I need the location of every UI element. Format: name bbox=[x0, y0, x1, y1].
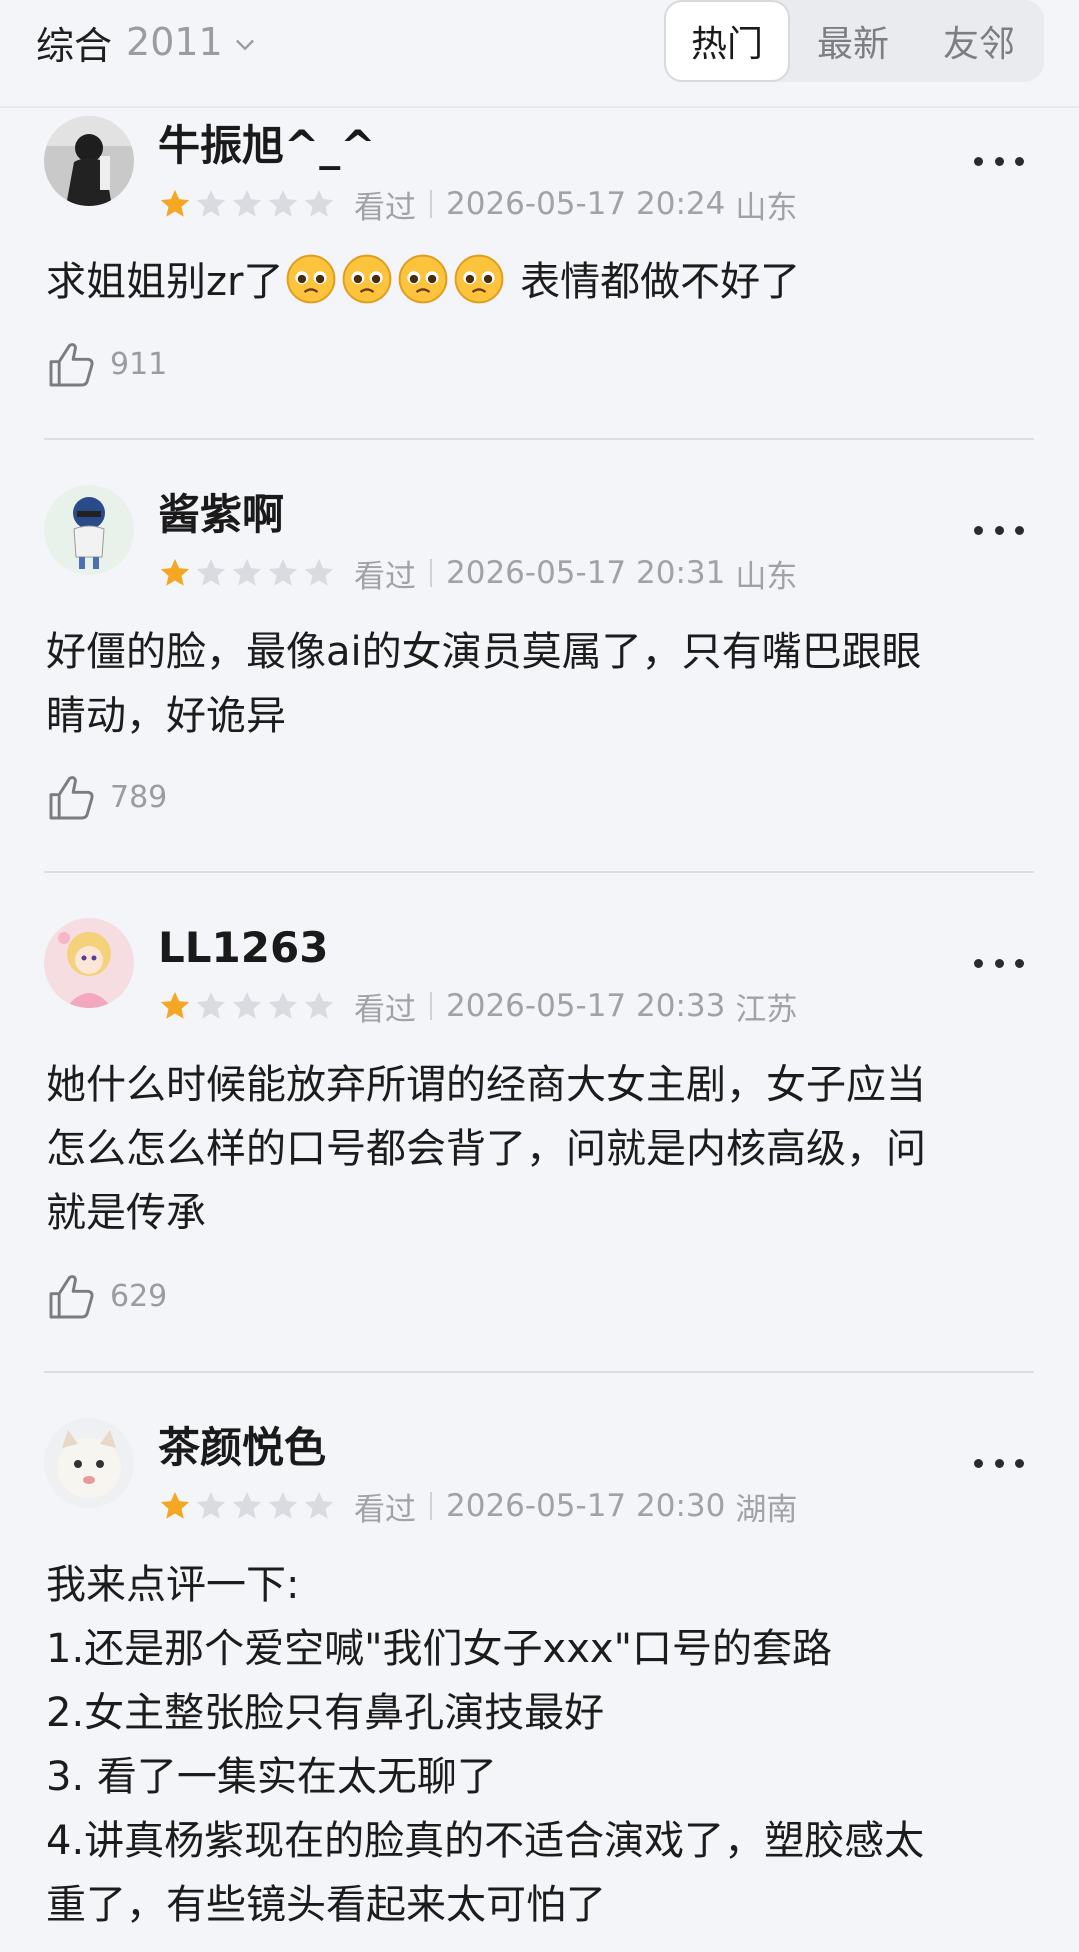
top-bar: 综合 2011 热门 最新 友邻 bbox=[0, 0, 1079, 108]
star-empty-icon bbox=[232, 1491, 262, 1519]
username[interactable]: 酱紫啊 bbox=[158, 489, 284, 541]
review-text: 她什么时候能放弃所谓的经商大女主剧，女子应当 怎么怎么样的口号都会背了，问就是内… bbox=[46, 1053, 1036, 1245]
avatar[interactable] bbox=[44, 1418, 134, 1508]
star-empty-icon bbox=[232, 991, 262, 1019]
star-empty-icon bbox=[304, 1491, 334, 1519]
divider bbox=[44, 438, 1034, 440]
star-empty-icon bbox=[196, 991, 226, 1019]
rating-stars bbox=[158, 1489, 336, 1523]
star-empty-icon bbox=[232, 189, 262, 217]
like-count: 911 bbox=[110, 346, 168, 382]
divider bbox=[430, 1492, 432, 1520]
thumbs-up-icon bbox=[49, 776, 94, 820]
pleading-face-emoji-icon bbox=[287, 254, 336, 304]
review-datetime: 2026-05-17 20:24 bbox=[446, 186, 726, 222]
star-empty-icon bbox=[304, 991, 334, 1019]
review-location: 山东 bbox=[735, 189, 798, 226]
more-dots-icon[interactable] bbox=[974, 151, 1024, 171]
star-empty-icon bbox=[268, 991, 298, 1019]
tab-friends[interactable]: 友邻 bbox=[916, 0, 1042, 82]
review-datetime: 2026-05-17 20:31 bbox=[446, 555, 726, 591]
divider bbox=[44, 871, 1034, 873]
review-location: 山东 bbox=[735, 558, 798, 595]
review-text-part: 求姐姐别zr了 bbox=[46, 259, 284, 305]
star-filled-icon bbox=[160, 991, 190, 1019]
rating-stars bbox=[158, 989, 336, 1023]
review-datetime: 2026-05-17 20:33 bbox=[446, 988, 726, 1024]
star-empty-icon bbox=[268, 189, 298, 217]
star-empty-icon bbox=[196, 189, 226, 217]
star-empty-icon bbox=[196, 558, 226, 586]
star-empty-icon bbox=[304, 558, 334, 586]
pleading-face-emoji-icon bbox=[455, 254, 504, 304]
review-text-line: 她什么时候能放弃所谓的经商大女主剧，女子应当 bbox=[46, 1062, 926, 1108]
review-text-line: 就是传承 bbox=[46, 1190, 206, 1236]
tab-latest[interactable]: 最新 bbox=[790, 0, 916, 82]
thumbs-up-icon bbox=[49, 343, 94, 387]
star-filled-icon bbox=[160, 1491, 190, 1519]
review-text-line: 3. 看了一集实在太无聊了 bbox=[46, 1754, 497, 1800]
review-text-line: 2.女主整张脸只有鼻孔演技最好 bbox=[46, 1690, 605, 1736]
watch-status: 看过 bbox=[354, 558, 416, 595]
filter-label: 综合 bbox=[36, 23, 113, 68]
review-text-line: 睛动，好诡异 bbox=[46, 693, 286, 739]
star-empty-icon bbox=[232, 558, 262, 586]
review-meta: 看过 2026-05-17 20:33 江苏 bbox=[158, 986, 798, 1028]
review-meta: 看过 2026-05-17 20:31 山东 bbox=[158, 553, 798, 595]
watch-status: 看过 bbox=[354, 189, 416, 226]
review-text-line: 1.还是那个爱空喊"我们女子xxx"口号的套路 bbox=[46, 1626, 832, 1672]
review-location: 江苏 bbox=[735, 991, 798, 1028]
review-text-line: 4.讲真杨紫现在的脸真的不适合演戏了，塑胶感太 bbox=[46, 1818, 925, 1864]
username[interactable]: 茶颜悦色 bbox=[158, 1422, 326, 1474]
divider bbox=[430, 559, 432, 587]
divider bbox=[44, 1371, 1034, 1373]
chevron-down-icon bbox=[235, 39, 254, 51]
more-dots-icon[interactable] bbox=[974, 953, 1024, 973]
avatar[interactable] bbox=[44, 918, 134, 1008]
star-empty-icon bbox=[196, 1491, 226, 1519]
rating-stars bbox=[158, 556, 336, 590]
like-button[interactable]: 789 bbox=[44, 767, 167, 827]
star-empty-icon bbox=[268, 558, 298, 586]
star-empty-icon bbox=[304, 189, 334, 217]
like-count: 629 bbox=[110, 1278, 168, 1314]
filter-year: 2011 bbox=[126, 20, 223, 64]
watch-status: 看过 bbox=[354, 991, 416, 1028]
sort-tabs: 热门 最新 友邻 bbox=[664, 0, 1044, 82]
review-text-line: 怎么怎么样的口号都会背了，问就是内核高级，问 bbox=[46, 1126, 926, 1172]
review-datetime: 2026-05-17 20:30 bbox=[446, 1488, 726, 1524]
like-count: 789 bbox=[110, 779, 168, 815]
pleading-face-emoji-icon bbox=[343, 254, 392, 304]
review-text: 我来点评一下: 1.还是那个爱空喊"我们女子xxx"口号的套路 2.女主整张脸只… bbox=[46, 1553, 1036, 1937]
review-meta: 看过 2026-05-17 20:30 湖南 bbox=[158, 1486, 798, 1528]
tab-hot[interactable]: 热门 bbox=[664, 0, 790, 82]
pleading-face-emoji-icon bbox=[399, 254, 448, 304]
star-empty-icon bbox=[268, 1491, 298, 1519]
star-filled-icon bbox=[160, 189, 190, 217]
review-text-part: 表情都做不好了 bbox=[507, 259, 801, 305]
like-button[interactable]: 911 bbox=[44, 334, 167, 394]
divider bbox=[430, 190, 432, 218]
review-meta: 看过 2026-05-17 20:24 山东 bbox=[158, 184, 798, 226]
divider bbox=[430, 992, 432, 1020]
review-text-line: 重了，有些镜头看起来太可怕了 bbox=[46, 1882, 606, 1928]
sort-filter-dropdown[interactable]: 综合 2011 bbox=[36, 18, 259, 68]
avatar[interactable] bbox=[44, 485, 134, 575]
review-text-line: 好僵的脸，最像ai的女演员莫属了，只有嘴巴跟眼 bbox=[46, 629, 922, 675]
username[interactable]: 牛振旭^_^ bbox=[158, 120, 375, 172]
star-filled-icon bbox=[160, 558, 190, 586]
more-dots-icon[interactable] bbox=[974, 1453, 1024, 1473]
more-dots-icon[interactable] bbox=[974, 520, 1024, 540]
like-button[interactable]: 629 bbox=[44, 1266, 167, 1326]
rating-stars bbox=[158, 187, 336, 221]
review-text: 好僵的脸，最像ai的女演员莫属了，只有嘴巴跟眼 睛动，好诡异 bbox=[46, 620, 1036, 748]
avatar[interactable] bbox=[44, 116, 134, 206]
review-text-line: 我来点评一下: bbox=[46, 1562, 300, 1608]
review-location: 湖南 bbox=[735, 1491, 798, 1528]
review-text: 求姐姐别zr了 表情都做不好了 bbox=[46, 250, 1036, 314]
watch-status: 看过 bbox=[354, 1491, 416, 1528]
username[interactable]: LL1263 bbox=[158, 922, 328, 974]
thumbs-up-icon bbox=[49, 1275, 94, 1319]
